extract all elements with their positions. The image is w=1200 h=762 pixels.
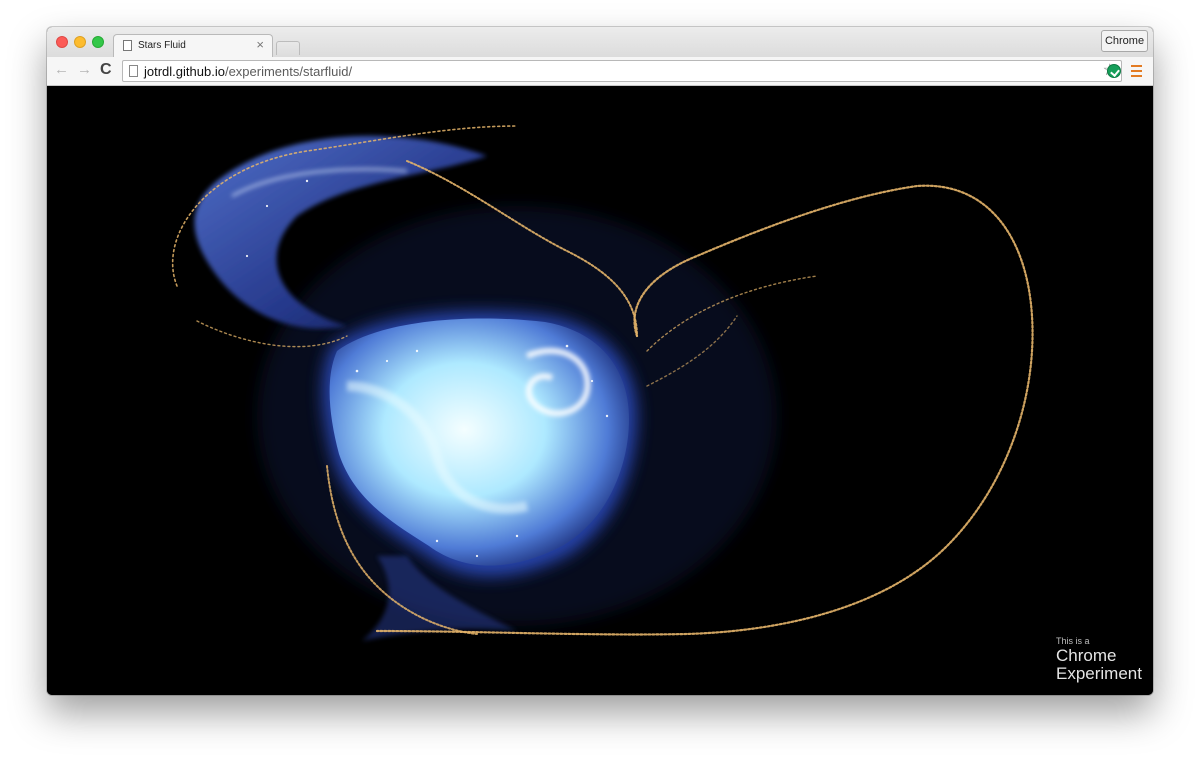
page-canvas[interactable]: This is a Chrome Experiment [47, 86, 1153, 695]
close-window-button[interactable] [56, 36, 68, 48]
reload-icon[interactable]: C [100, 62, 112, 78]
minimize-window-button[interactable] [74, 36, 86, 48]
extension-check-icon[interactable] [1107, 64, 1121, 78]
address-bar[interactable]: jotrdl.github.io/experiments/starfluid/ … [122, 60, 1122, 82]
page-icon [123, 40, 132, 51]
tab-close-icon[interactable]: × [256, 38, 264, 52]
chrome-experiment-badge[interactable]: This is a Chrome Experiment [1056, 636, 1142, 683]
page-icon [129, 65, 138, 77]
url-text[interactable]: jotrdl.github.io/experiments/starfluid/ [144, 64, 352, 79]
browser-window: Stars Fluid × Chrome ← → C jotrdl.github… [47, 27, 1153, 695]
profile-button[interactable]: Chrome [1101, 30, 1148, 52]
badge-line-2: Chrome [1056, 646, 1117, 665]
back-arrow-icon[interactable]: ← [54, 62, 69, 78]
tab-stars-fluid[interactable]: Stars Fluid × [113, 34, 273, 57]
fluid-visualization[interactable] [47, 86, 1153, 695]
url-path: /experiments/starfluid/ [224, 64, 353, 79]
browser-toolbar: ← → C jotrdl.github.io/experiments/starf… [47, 57, 1153, 86]
new-tab-button[interactable] [276, 41, 300, 55]
zoom-window-button[interactable] [92, 36, 104, 48]
menu-icon[interactable] [1131, 65, 1142, 77]
badge-line-3: Experiment [1056, 664, 1142, 683]
title-bar: Stars Fluid × Chrome [47, 27, 1153, 57]
url-host: jotrdl.github.io [144, 64, 225, 79]
tab-title: Stars Fluid [138, 40, 186, 51]
forward-arrow-icon[interactable]: → [77, 62, 92, 78]
